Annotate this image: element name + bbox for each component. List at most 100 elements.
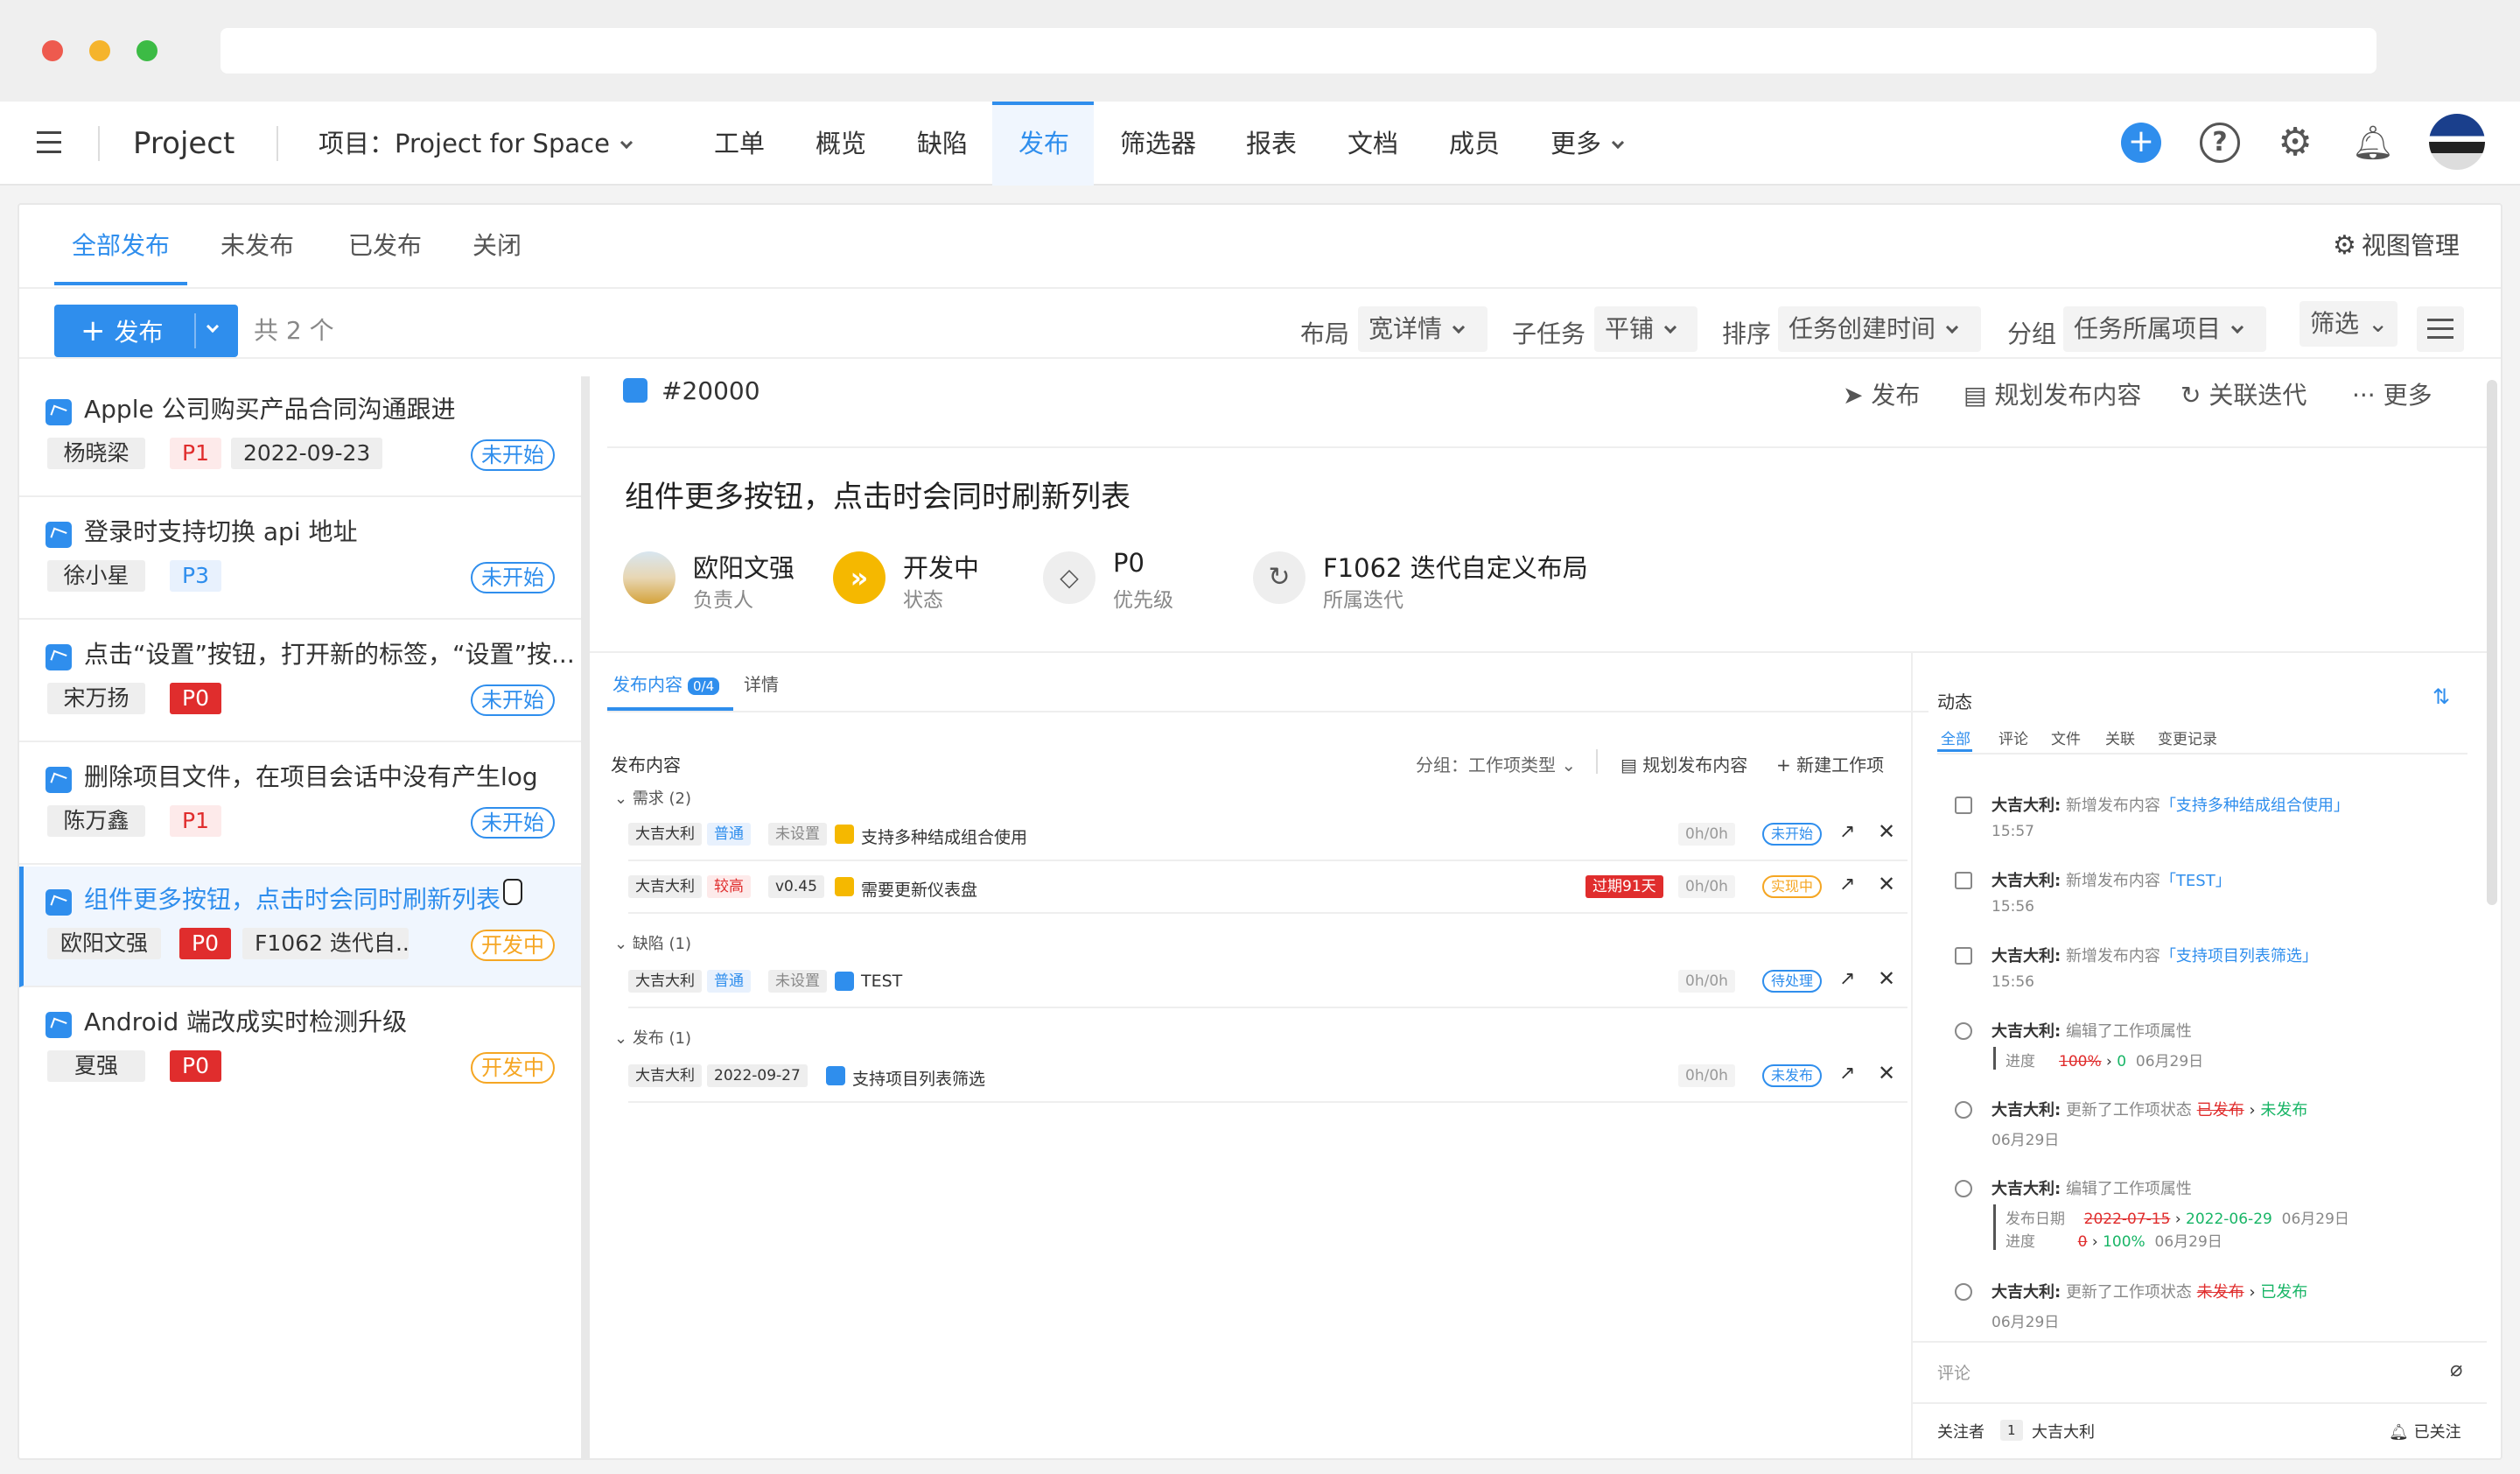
list-item[interactable]: 删除项目文件，在项目会话中没有产生log 陈万鑫 P1 未开始 [19,744,581,865]
nav-item-docs[interactable]: 文档 [1348,102,1398,186]
sort-label: 排序 [1722,319,1772,348]
table-row[interactable]: 大吉大利 普通 未设置 TEST 0h/0h 待处理 ↗ ✕ [628,958,1908,1008]
link-iteration-label: 关联迭代 [2208,381,2307,410]
group-header-defects[interactable]: ⌄ 缺陷 (1) [614,931,691,954]
nav-item-members[interactable]: 成员 [1449,102,1500,186]
activity-link[interactable]: 「支持项目列表筛选」 [2160,947,2318,965]
activity-link[interactable]: 「支持多种结成组合使用」 [2160,797,2349,815]
close-icon[interactable]: ✕ [1878,966,1895,991]
more-action[interactable]: ··· 更多 [2352,376,2432,411]
open-external-icon[interactable]: ↗ [1839,968,1855,990]
group-by-select[interactable]: 分组：工作项类型 ⌄ [1416,751,1576,776]
open-external-icon[interactable]: ↗ [1839,821,1855,843]
nav-item-release[interactable]: 发布 [1018,102,1069,186]
menu-icon[interactable] [37,131,61,154]
priority-value[interactable]: P0 [1113,548,1144,578]
close-icon[interactable]: ✕ [1878,819,1895,844]
minimize-window-button[interactable] [89,40,110,61]
activity-tab-all[interactable]: 全部 [1941,726,1970,748]
list-item[interactable]: 登录时支持切换 api 地址 徐小星 P3 未开始 [19,499,581,620]
link-iteration-action[interactable]: ↻ 关联迭代 [2180,376,2306,411]
activity-tab-links[interactable]: 关联 [2105,726,2135,748]
status-badge: 未开始 [471,684,555,716]
table-row[interactable]: 大吉大利 普通 未设置 支持多种结成组合使用 0h/0h 未开始 ↗ ✕ [628,811,1908,861]
list-item-selected[interactable]: 组件更多按钮，点击时会同时刷新列表 欧阳文强 P0 F1062 迭代自... 开… [19,867,581,987]
publish-dropdown-button[interactable] [196,305,238,357]
new-value: 100% [2103,1233,2146,1251]
sort-select[interactable]: 任务创建时间 [1778,306,1981,352]
open-external-icon[interactable]: ↗ [1839,874,1855,895]
subtab-release-content[interactable]: 发布内容 0/4 [612,670,720,696]
activity-tab-comments[interactable]: 评论 [1998,726,2028,748]
release-icon [46,767,72,793]
row-title[interactable]: 需要更新仪表盘 [861,877,977,901]
avatar[interactable] [2429,114,2485,170]
open-external-icon[interactable]: ↗ [1839,1063,1855,1084]
layout-select[interactable]: 宽详情 [1358,306,1488,352]
activity-tab-files[interactable]: 文件 [2051,726,2081,748]
nav-item-overview[interactable]: 概览 [816,102,866,186]
filter-button[interactable]: 筛选 ⌄ [2300,301,2398,347]
close-window-button[interactable] [42,40,63,61]
release-icon [46,522,72,548]
nav-item-defects[interactable]: 缺陷 [917,102,968,186]
group-select[interactable]: 任务所属项目 [2063,306,2266,352]
subtask-select[interactable]: 平铺 [1594,306,1698,352]
view-manage-button[interactable]: ⚙ 视图管理 [2333,205,2460,287]
nav-item-filters[interactable]: 筛选器 [1120,102,1196,186]
row-title[interactable]: TEST [861,972,902,991]
detail-scrollbar[interactable] [2487,380,2497,905]
row-title[interactable]: 支持多种结成组合使用 [861,825,1027,848]
tab-all-releases[interactable]: 全部发布 [72,205,170,287]
change-field: 进度 [2006,1233,2035,1251]
nav-item-reports[interactable]: 报表 [1246,102,1297,186]
iteration-value[interactable]: F1062 迭代自定义布局 [1323,548,1588,585]
nav-item-tickets[interactable]: 工单 [714,102,765,186]
nav-item-more[interactable]: 更多 [1550,102,1625,186]
activity-link[interactable]: 「TEST」 [2160,872,2231,890]
table-row[interactable]: 大吉大利 较高 v0.45 需要更新仪表盘 过期91天 0h/0h 实现中 ↗ … [628,863,1908,914]
follow-toggle[interactable]: 🔔︎ 已关注 [2389,1420,2461,1442]
item-count: 共 2 个 [254,316,334,345]
activity-user: 大吉大利: [1992,872,2062,890]
tab-unreleased[interactable]: 未发布 [220,205,294,287]
attachment-icon[interactable]: ⌀ [2450,1357,2462,1381]
help-icon[interactable]: ? [2200,123,2240,163]
assignee-value[interactable]: 欧阳文强 [693,548,794,585]
list-item[interactable]: Android 端改成实时检测升级 夏强 P0 开发中 [19,989,581,1110]
tab-released[interactable]: 已发布 [348,205,422,287]
sort-toggle-icon[interactable]: ⇅ [2432,684,2450,709]
address-bar[interactable] [220,28,2376,74]
divider [607,711,1928,712]
add-icon[interactable]: + [2121,123,2161,163]
plan-content-action[interactable]: ▤ 规划发布内容 [1964,376,2141,411]
divider [607,446,2488,448]
list-item[interactable]: Apple 公司购买产品合同沟通跟进 杨晓梁 P1 2022-09-23 未开始 [19,376,581,497]
publish-action[interactable]: ➤ 发布 [1843,376,1920,411]
project-selector[interactable]: 项目：Project for Space [318,102,633,186]
maximize-window-button[interactable] [136,40,158,61]
row-title[interactable]: 支持项目列表筛选 [852,1066,985,1090]
close-icon[interactable]: ✕ [1878,1061,1895,1085]
bell-icon[interactable]: 🔔︎ [2352,123,2394,163]
status-value[interactable]: 开发中 [903,548,979,585]
group-header-releases[interactable]: ⌄ 发布 (1) [614,1026,691,1049]
publish-button[interactable]: + 发布 [54,305,194,357]
activity-tab-changelog[interactable]: 变更记录 [2158,726,2217,748]
close-icon[interactable]: ✕ [1878,872,1895,896]
new-work-item-button[interactable]: + 新建工作项 [1776,751,1884,776]
nav-more-label: 更多 [1550,129,1602,158]
new-value: 已发布 [2260,1283,2308,1302]
tab-closed[interactable]: 关闭 [472,205,522,287]
comment-input[interactable]: 评论 [1937,1360,1970,1384]
table-row[interactable]: 大吉大利 2022-09-27 支持项目列表筛选 0h/0h 未发布 ↗ ✕ [628,1052,1908,1103]
list-item[interactable]: 点击“设置”按钮，打开新的标签，“设置”按... 宋万扬 P0 未开始 [19,621,581,742]
row-hours: 0h/0h [1678,823,1735,846]
gear-icon[interactable]: ⚙ [2275,123,2315,163]
group-header-requirements[interactable]: ⌄ 需求 (2) [614,786,691,809]
subtab-details[interactable]: 详情 [744,670,779,696]
iteration-icon: ↻ [1253,551,1306,604]
list-view-icon[interactable] [2417,306,2464,352]
list-scrollbar[interactable] [581,376,590,1458]
plan-content-button[interactable]: ▤ 规划发布内容 [1620,751,1747,776]
